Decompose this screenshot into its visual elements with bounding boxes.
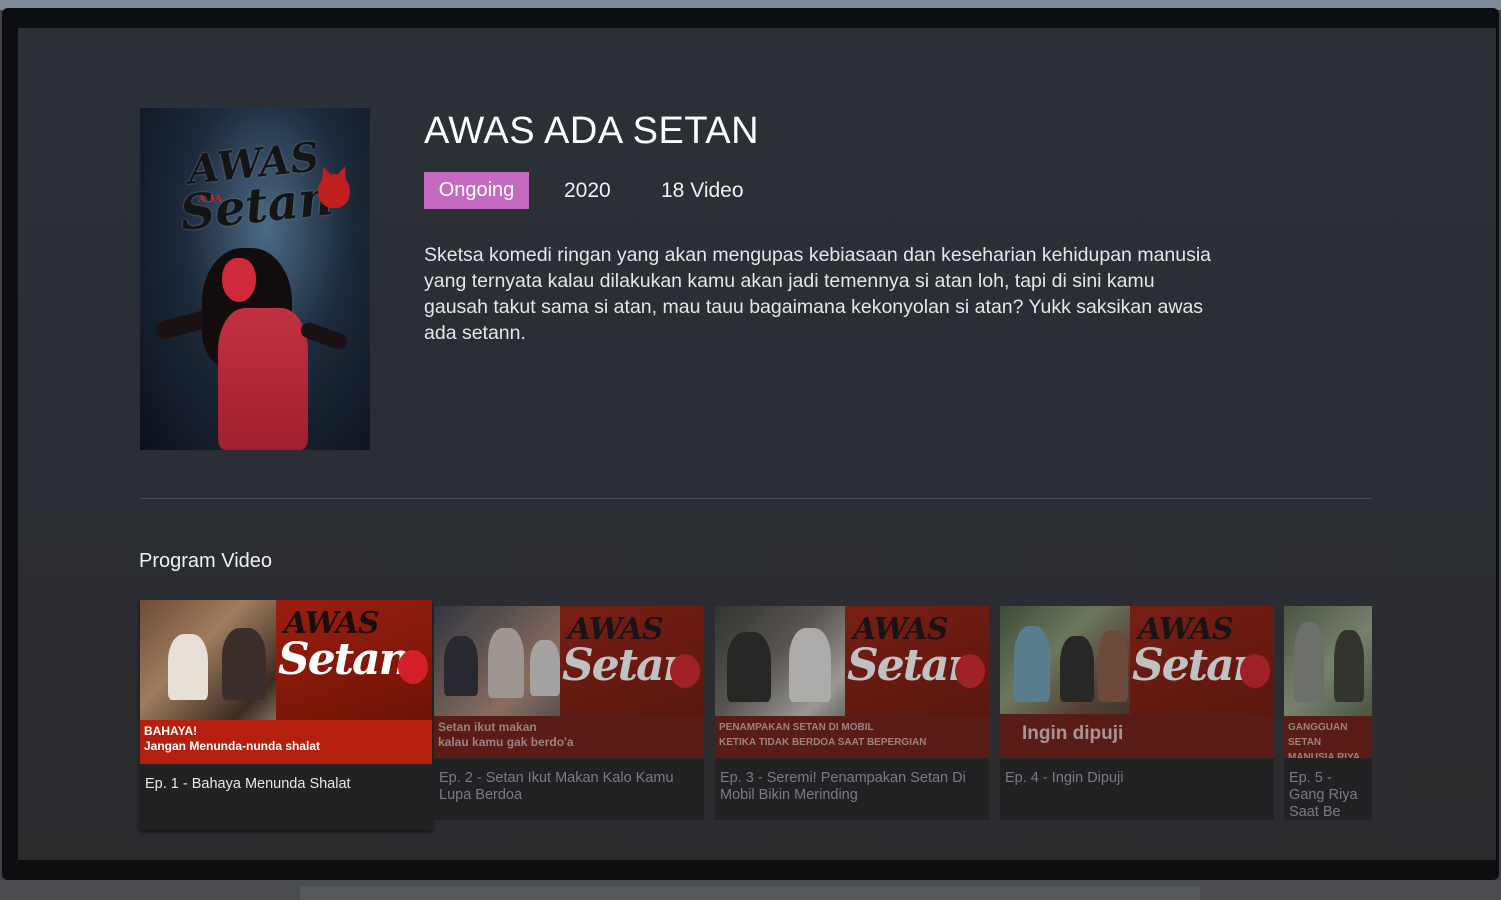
episode-thumbnail: AWAS Setan Ingin dipuji (1000, 606, 1274, 758)
section-title: Program Video (139, 550, 273, 572)
episode-caption: Ep. 3 - Seremi! Penampakan Setan Di Mobi… (720, 770, 966, 803)
tv-bezel: AWAS ADA Setan AWAS ADA SETAN Ongoing 20… (2, 8, 1499, 880)
episode-caption: Ep. 1 - Bahaya Menunda Shalat (145, 776, 351, 792)
episode-thumbnail: AWAS Setan PENAMPAKAN SETAN DI MOBIL KET… (715, 606, 989, 758)
show-description: Sketsa komedi ringan yang akan mengupas … (424, 244, 1212, 344)
tv-stand (300, 886, 1200, 900)
episode-caption: Ep. 2 - Setan Ikut Makan Kalo Kamu Lupa … (439, 770, 674, 803)
divider (140, 498, 1372, 499)
devil-mascot-icon (670, 654, 700, 688)
episode-card-5[interactable]: GANGGUAN SETAN MANUSIA RIYA SA Ep. 5 - G… (1284, 606, 1372, 820)
episode-caption: Ep. 5 - Gang Riya Saat Be (1289, 770, 1358, 820)
episode-title-strip: Ingin dipuji (1000, 714, 1274, 758)
devil-mascot-icon (1240, 654, 1270, 688)
devil-mascot-icon (318, 174, 350, 208)
show-title: AWAS ADA SETAN (424, 110, 760, 152)
status-badge: Ongoing (424, 172, 529, 209)
release-year: 2020 (564, 179, 611, 202)
video-count: 18 Video (661, 179, 744, 202)
episode-thumbnail: GANGGUAN SETAN MANUSIA RIYA SA (1284, 606, 1372, 758)
devil-mascot-icon (398, 650, 428, 684)
tv-screen: AWAS ADA Setan AWAS ADA SETAN Ongoing 20… (18, 28, 1496, 860)
episode-title-strip: GANGGUAN SETAN MANUSIA RIYA SA (1284, 716, 1372, 758)
episode-thumbnail: AWAS Setan BAHAYA! Jangan Menunda-nunda … (140, 600, 432, 764)
episode-title-strip: Setan ikut makan kalau kamu gak berdo'a (434, 716, 704, 758)
episode-card-1[interactable]: AWAS Setan BAHAYA! Jangan Menunda-nunda … (140, 600, 432, 830)
poster-figure-face (222, 258, 256, 302)
devil-mascot-icon (955, 654, 985, 688)
thumb-logo-setan: Setan (278, 634, 411, 685)
episode-card-3[interactable]: AWAS Setan PENAMPAKAN SETAN DI MOBIL KET… (715, 606, 989, 820)
show-poster: AWAS ADA Setan (140, 108, 370, 450)
episode-title-strip: PENAMPAKAN SETAN DI MOBIL KETIKA TIDAK B… (715, 716, 989, 758)
episode-card-4[interactable]: AWAS Setan Ingin dipuji Ep. 4 - Ingin Di… (1000, 606, 1274, 820)
episode-title-strip: BAHAYA! Jangan Menunda-nunda shalat (140, 720, 432, 764)
episode-caption: Ep. 4 - Ingin Dipuji (1005, 770, 1124, 786)
poster-figure-body (218, 308, 308, 450)
episode-card-2[interactable]: AWAS Setan Setan ikut makan kalau kamu g… (434, 606, 704, 820)
episode-thumbnail: AWAS Setan Setan ikut makan kalau kamu g… (434, 606, 704, 758)
